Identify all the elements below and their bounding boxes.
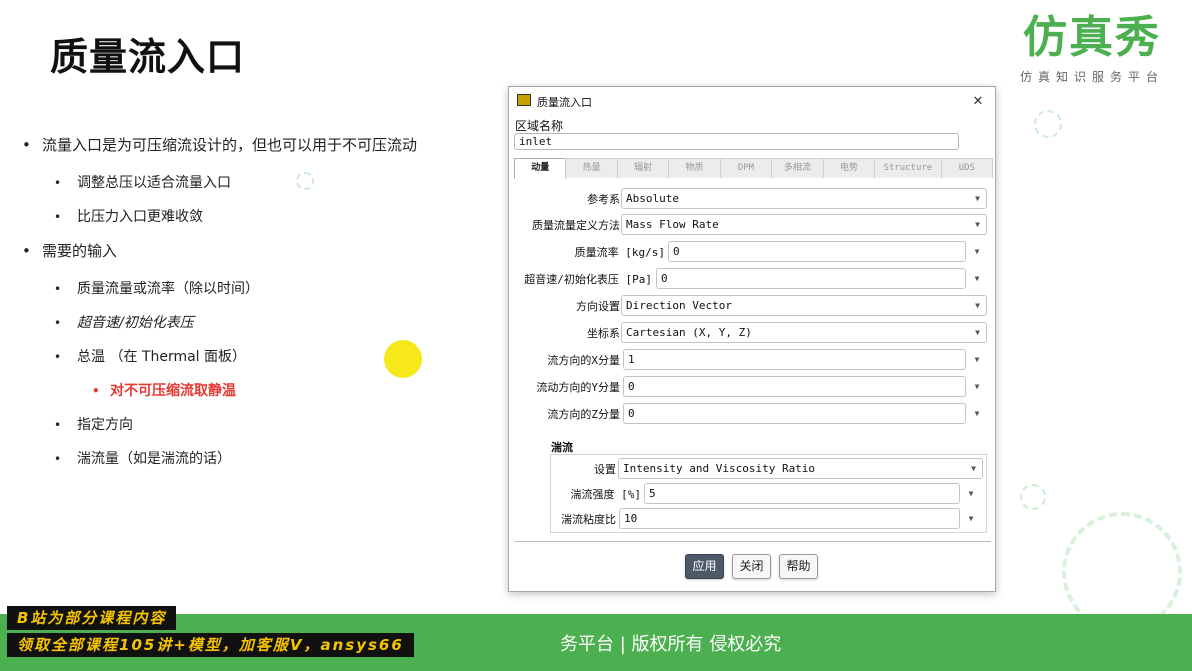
direction-spec-select[interactable]: Direction Vector ▼: [621, 295, 987, 316]
cursor-highlight-dot: [384, 340, 422, 378]
chevron-down-icon[interactable]: ▼: [971, 268, 983, 289]
bullet-item: 湍流量（如是湍流的话）: [22, 442, 492, 476]
apply-button[interactable]: 应用: [685, 554, 724, 579]
reference-frame-label: 参考系: [587, 193, 620, 206]
direction-spec-label: 方向设置: [576, 300, 620, 313]
tab-momentum[interactable]: 动量: [514, 158, 567, 179]
z-component-label: 流方向的Z分量: [547, 408, 620, 421]
turbulence-viscosity-ratio-input[interactable]: 10: [619, 508, 960, 529]
dialog-titlebar[interactable]: 质量流入口 ✕: [509, 87, 995, 115]
supersonic-pressure-label: 超音速/初始化表压 [Pa]: [524, 273, 652, 286]
dialog-divider: [515, 541, 991, 542]
app-icon: [517, 94, 531, 106]
promo-banner-line2: 领取全部课程105讲+模型，加客服V，ansys66: [7, 633, 414, 657]
turbulence-group-title: 湍流: [551, 441, 573, 454]
slide-title: 质量流入口: [50, 35, 246, 79]
bullet-item: 调整总压以适合流量入口: [22, 166, 492, 200]
decorative-circle: [1020, 484, 1046, 510]
x-component-row: 流方向的X分量 1 ▼: [509, 349, 997, 370]
chevron-down-icon: ▼: [975, 301, 980, 310]
coordinate-system-select[interactable]: Cartesian (X, Y, Z) ▼: [621, 322, 987, 343]
reference-frame-row: 参考系 Absolute ▼: [509, 188, 997, 209]
bullet-item: 指定方向: [22, 408, 492, 442]
decorative-circle: [1034, 110, 1062, 138]
mass-flow-spec-select[interactable]: Mass Flow Rate ▼: [621, 214, 987, 235]
dialog-title: 质量流入口: [537, 96, 592, 109]
zone-name-label: 区域名称: [515, 119, 564, 133]
chevron-down-icon[interactable]: ▼: [971, 349, 983, 370]
mass-flow-spec-row: 质量流量定义方法 Mass Flow Rate ▼: [509, 214, 997, 235]
turbulence-viscosity-ratio-row: 湍流粘度比 10 ▼: [509, 508, 997, 529]
chevron-down-icon: ▼: [975, 328, 980, 337]
turbulence-viscosity-ratio-label: 湍流粘度比: [561, 513, 616, 526]
coordinate-system-row: 坐标系 Cartesian (X, Y, Z) ▼: [509, 322, 997, 343]
chevron-down-icon: ▼: [975, 220, 980, 229]
mass-flow-rate-input[interactable]: 0: [668, 241, 966, 262]
y-component-row: 流动方向的Y分量 0 ▼: [509, 376, 997, 397]
turbulence-method-select[interactable]: Intensity and Viscosity Ratio ▼: [618, 458, 983, 479]
chevron-down-icon: ▼: [971, 464, 976, 473]
supersonic-pressure-row: 超音速/初始化表压 [Pa] 0 ▼: [509, 268, 997, 289]
footer-copyright: 务平台 | 版权所有 侵权必究: [560, 634, 782, 655]
chevron-down-icon: ▼: [975, 194, 980, 203]
z-component-row: 流方向的Z分量 0 ▼: [509, 403, 997, 424]
bullet-list: 流量入口是为可压缩流设计的，但也可以用于不可压流动 调整总压以适合流量入口 比压…: [22, 132, 492, 476]
tab-uds[interactable]: UDS: [940, 158, 994, 178]
direction-spec-value: Direction Vector: [626, 299, 732, 312]
y-component-input[interactable]: 0: [623, 376, 966, 397]
tab-multiphase[interactable]: 多相流: [771, 158, 824, 178]
turbulence-method-row: 设置 Intensity and Viscosity Ratio ▼: [509, 458, 997, 479]
close-icon[interactable]: ✕: [967, 89, 989, 111]
tab-bar: 动量 热量 辐射 物质 DPM 多相流 电势 Structure UDS: [514, 158, 994, 179]
close-button[interactable]: 关闭: [732, 554, 771, 579]
turbulence-method-value: Intensity and Viscosity Ratio: [623, 462, 816, 475]
mass-flow-spec-value: Mass Flow Rate: [626, 218, 719, 231]
brand-logo: 仿真秀 仿真知识服务平台: [1012, 10, 1172, 85]
chevron-down-icon[interactable]: ▼: [971, 241, 983, 262]
turbulence-method-label: 设置: [594, 463, 616, 476]
tab-dpm[interactable]: DPM: [719, 158, 773, 178]
direction-spec-row: 方向设置 Direction Vector ▼: [509, 295, 997, 316]
turbulence-intensity-row: 湍流强度 [%] 5 ▼: [509, 483, 997, 504]
bullet-item-highlight: 对不可压缩流取静温: [22, 374, 492, 408]
chevron-down-icon[interactable]: ▼: [965, 508, 977, 529]
tab-potential[interactable]: 电势: [822, 158, 876, 178]
bullet-item: 质量流量或流率（除以时间）: [22, 272, 492, 306]
reference-frame-select[interactable]: Absolute ▼: [621, 188, 987, 209]
help-button[interactable]: 帮助: [779, 554, 818, 579]
reference-frame-value: Absolute: [626, 192, 679, 205]
mass-flow-rate-row: 质量流率 [kg/s] 0 ▼: [509, 241, 997, 262]
zone-name-input[interactable]: inlet: [514, 133, 959, 150]
tab-structure[interactable]: Structure: [874, 158, 942, 178]
bullet-item: 比压力入口更难收敛: [22, 200, 492, 234]
bullet-item: 超音速/初始化表压: [22, 306, 492, 340]
promo-banner-line1: B站为部分课程内容: [7, 606, 177, 630]
mass-flow-rate-label: 质量流率 [kg/s]: [574, 246, 665, 259]
coordinate-system-value: Cartesian (X, Y, Z): [626, 326, 752, 339]
logo-wordmark: 仿真秀: [1023, 12, 1161, 63]
tab-species[interactable]: 物质: [668, 158, 721, 178]
chevron-down-icon[interactable]: ▼: [965, 483, 977, 504]
chevron-down-icon[interactable]: ▼: [971, 376, 983, 397]
z-component-input[interactable]: 0: [623, 403, 966, 424]
logo-tagline: 仿真知识服务平台: [1019, 70, 1164, 84]
turbulence-intensity-input[interactable]: 5: [644, 483, 960, 504]
y-component-label: 流动方向的Y分量: [536, 381, 620, 394]
x-component-input[interactable]: 1: [623, 349, 966, 370]
mass-flow-inlet-dialog: 质量流入口 ✕ 区域名称 inlet 动量 热量 辐射 物质 DPM 多相流 电…: [508, 86, 996, 592]
coordinate-system-label: 坐标系: [587, 327, 620, 340]
bullet-item: 流量入口是为可压缩流设计的，但也可以用于不可压流动: [22, 132, 492, 166]
supersonic-pressure-input[interactable]: 0: [656, 268, 966, 289]
turbulence-intensity-label: 湍流强度 [%]: [570, 488, 642, 501]
bullet-item: 需要的输入: [22, 238, 492, 272]
tab-thermal[interactable]: 热量: [565, 158, 618, 178]
tab-radiation[interactable]: 辐射: [616, 158, 670, 178]
x-component-label: 流方向的X分量: [547, 354, 620, 367]
mass-flow-spec-label: 质量流量定义方法: [532, 219, 620, 232]
chevron-down-icon[interactable]: ▼: [971, 403, 983, 424]
